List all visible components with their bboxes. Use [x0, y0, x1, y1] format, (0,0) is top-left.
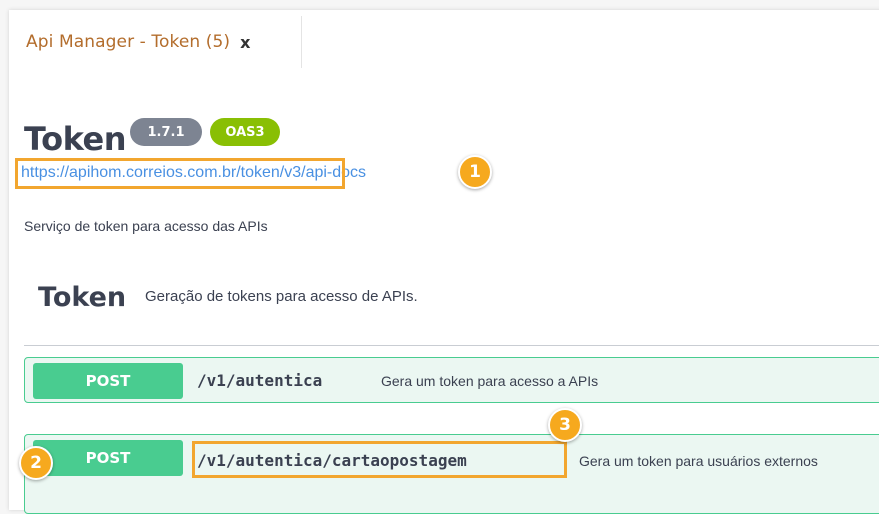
version-badge: 1.7.1: [130, 118, 202, 146]
section-title: Token: [38, 282, 127, 313]
api-title: Token: [24, 120, 126, 158]
operation-summary: Gera um token para usuários externos: [579, 453, 818, 469]
operation-post-autentica[interactable]: POST /v1/autentica Gera um token para ac…: [24, 357, 879, 403]
callout-marker-2: 2: [19, 446, 53, 480]
callout-marker-3: 3: [548, 408, 582, 442]
oas-badge: OAS3: [210, 118, 280, 146]
section-divider: [24, 345, 879, 346]
operation-summary: Gera um token para acesso a APIs: [381, 373, 599, 389]
tab-close-button[interactable]: x: [240, 33, 250, 52]
tab-api-manager-token[interactable]: Api Manager - Token (5) x: [9, 16, 302, 68]
method-badge: POST: [33, 363, 183, 399]
api-description: Serviço de token para acesso das APIs: [24, 218, 268, 234]
method-badge: POST: [33, 440, 183, 476]
section-description: Geração de tokens para acesso de APIs.: [145, 288, 418, 305]
highlight-box-url: [15, 158, 345, 189]
callout-marker-1: 1: [458, 155, 492, 189]
highlight-box-path: [192, 441, 567, 478]
operation-path: /v1/autentica: [197, 371, 323, 390]
tab-title: Api Manager - Token (5): [26, 32, 231, 52]
